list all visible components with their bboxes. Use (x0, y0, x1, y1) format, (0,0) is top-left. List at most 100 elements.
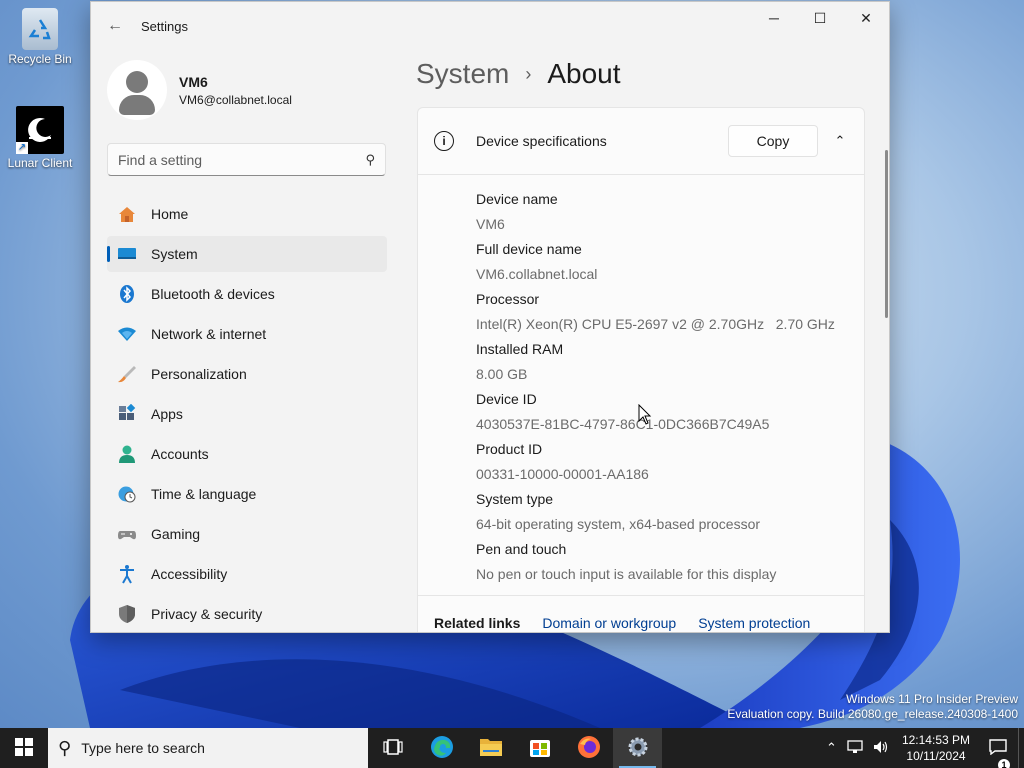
sidebar-item-bluetooth[interactable]: Bluetooth & devices (107, 276, 387, 312)
spec-value: VM6 (476, 216, 505, 232)
domain-or-workgroup-link[interactable]: Domain or workgroup (542, 615, 676, 631)
related-links-label: Related links (434, 614, 521, 631)
start-button[interactable] (0, 728, 48, 768)
search-icon: ⚲ (58, 737, 72, 758)
sidebar-item-privacy-security[interactable]: Privacy & security (107, 596, 387, 632)
controller-icon (116, 523, 138, 545)
collapse-chevron-up-icon[interactable]: ⌃ (818, 133, 862, 149)
spec-row-full-device-name: Full device name VM6.collabnet.local (476, 237, 864, 287)
edge-icon (430, 735, 454, 762)
sidebar-item-label: Privacy & security (151, 606, 263, 622)
copy-button[interactable]: Copy (728, 125, 818, 157)
close-icon: ✕ (860, 9, 872, 26)
chevron-up-icon[interactable]: ⌃ (821, 740, 842, 756)
accessibility-icon (116, 563, 138, 585)
person-icon (116, 443, 138, 465)
wifi-icon (116, 323, 138, 345)
watermark-line-2: Evaluation copy. Build 26080.ge_release.… (727, 707, 1018, 721)
desktop-icon-lunar-client[interactable]: ↗ Lunar Client (0, 106, 80, 170)
title-bar: ← Settings ─ ☐ ✕ (91, 2, 889, 50)
desktop-icon-label: Lunar Client (7, 156, 73, 170)
avatar-head-shape (126, 71, 148, 93)
sidebar-nav: Home System Bluetooth & devices Network … (107, 196, 387, 632)
spec-value: 4030537E-81BC-4797-86C1-0DC366B7C49A5 (476, 416, 770, 432)
sidebar-item-label: Home (151, 206, 189, 222)
user-account-card[interactable]: VM6 VM6@collabnet.local (107, 60, 292, 120)
avatar-body-shape (119, 95, 155, 115)
back-button[interactable]: ← (93, 6, 137, 46)
taskbar-pinned-apps (368, 728, 662, 768)
search-icon[interactable]: ⚲ (365, 152, 375, 168)
taskbar-clock[interactable]: 12:14:53 PM 10/11/2024 (894, 732, 978, 764)
spec-label: Processor (476, 291, 540, 307)
apps-icon (116, 403, 138, 425)
spec-row-product-id: Product ID 00331-10000-00001-AA186 (476, 437, 864, 487)
close-button[interactable]: ✕ (843, 2, 889, 34)
sidebar-item-apps[interactable]: Apps (107, 396, 387, 432)
app-title: Settings (141, 18, 188, 34)
settings-window: ← Settings ─ ☐ ✕ VM6 VM6@collabnet.local (90, 1, 890, 633)
mouse-pointer-icon (638, 403, 652, 429)
edge-taskbar-button[interactable] (417, 728, 466, 768)
firefox-taskbar-button[interactable] (564, 728, 613, 768)
breadcrumb-parent-link[interactable]: System (416, 58, 509, 90)
system-tray: ⌃ 12:14:53 PM 10/11/2024 1 (821, 728, 1024, 768)
sidebar-item-network[interactable]: Network & internet (107, 316, 387, 352)
sidebar-item-home[interactable]: Home (107, 196, 387, 232)
avatar (107, 60, 167, 120)
bluetooth-icon (116, 283, 138, 305)
taskbar-search-box[interactable]: ⚲ Type here to search (48, 728, 368, 768)
sidebar-item-label: Accounts (151, 446, 209, 462)
spec-label: Device name (476, 191, 558, 207)
desktop-icon-recycle-bin[interactable]: Recycle Bin (0, 8, 80, 66)
card-title: Device specifications (476, 133, 607, 149)
file-explorer-icon (479, 736, 503, 761)
sidebar-item-personalization[interactable]: Personalization (107, 356, 387, 392)
settings-taskbar-button[interactable] (613, 728, 662, 768)
minimize-icon: ─ (769, 10, 779, 26)
spec-label: Installed RAM (476, 341, 564, 357)
clock-date: 10/11/2024 (906, 749, 966, 763)
minimize-button[interactable]: ─ (751, 2, 797, 34)
desktop-icon-label: Recycle Bin (8, 52, 72, 66)
sidebar-item-accessibility[interactable]: Accessibility (107, 556, 387, 592)
spec-list: Device name VM6 Full device name VM6.col… (418, 175, 864, 587)
device-specifications-header[interactable]: i Device specifications Copy ⌃ (418, 108, 864, 175)
notification-center-button[interactable]: 1 (978, 738, 1018, 768)
globe-clock-icon (116, 483, 138, 505)
spec-row-installed-ram: Installed RAM 8.00 GB (476, 337, 864, 387)
sidebar-item-label: Gaming (151, 526, 201, 542)
spec-label: Pen and touch (476, 541, 567, 557)
file-explorer-taskbar-button[interactable] (466, 728, 515, 768)
sidebar-item-label: Time & language (151, 486, 257, 502)
content-scrollbar-thumb[interactable] (885, 150, 888, 318)
sidebar-item-gaming[interactable]: Gaming (107, 516, 387, 552)
sidebar-item-label: Apps (151, 406, 183, 422)
spec-label: Device ID (476, 391, 537, 407)
task-view-button[interactable] (368, 728, 417, 768)
volume-icon[interactable] (868, 740, 894, 757)
maximize-button[interactable]: ☐ (797, 2, 843, 34)
sidebar-item-label: Bluetooth & devices (151, 286, 275, 302)
show-desktop-button[interactable] (1018, 728, 1024, 768)
settings-search-box[interactable]: ⚲ (107, 143, 386, 176)
sidebar-item-accounts[interactable]: Accounts (107, 436, 387, 472)
sidebar-item-system[interactable]: System (107, 236, 387, 272)
lunar-client-icon: ↗ (16, 106, 64, 154)
device-specifications-card: i Device specifications Copy ⌃ Device na… (417, 107, 865, 632)
sidebar-item-time-language[interactable]: Time & language (107, 476, 387, 512)
store-taskbar-button[interactable] (515, 728, 564, 768)
spec-value: VM6.collabnet.local (476, 266, 598, 282)
firefox-icon (577, 735, 601, 762)
network-icon[interactable] (842, 739, 868, 757)
windows-logo-icon (15, 737, 33, 759)
settings-icon (627, 736, 649, 761)
breadcrumb: System › About (416, 58, 621, 90)
spec-value: 8.00 GB (476, 366, 528, 382)
system-protection-link[interactable]: System protection (698, 615, 810, 631)
brush-icon (116, 363, 138, 385)
search-input[interactable] (118, 151, 366, 168)
back-arrow-icon: ← (107, 17, 123, 34)
notification-count-badge: 1 (998, 758, 1010, 768)
page-title: About (547, 58, 621, 89)
